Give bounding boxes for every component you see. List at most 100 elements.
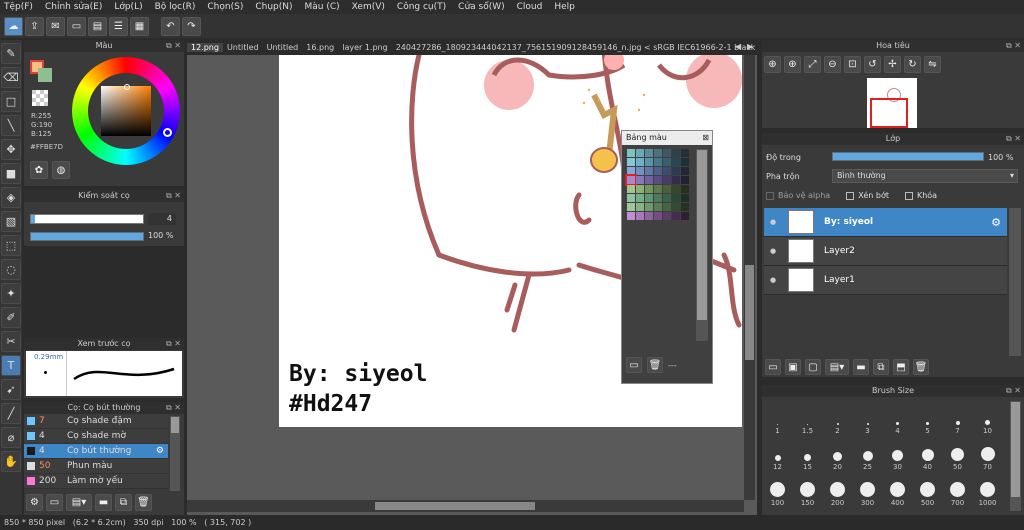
color-swatch[interactable] <box>672 212 680 220</box>
visibility-icon[interactable]: ● <box>764 276 782 284</box>
layer-menu-icon[interactable]: ▤▾ <box>825 359 849 375</box>
brush-size-option[interactable]: 700 <box>944 482 971 507</box>
brush-size-option[interactable]: 12 <box>764 455 791 471</box>
panel-controls-icon[interactable]: ⧉ ✕ <box>1006 40 1021 52</box>
brush-size-value[interactable]: 4 <box>148 213 176 225</box>
color-swatch[interactable] <box>627 158 635 166</box>
panel-controls-icon[interactable]: ⧉ ✕ <box>166 402 181 414</box>
layer-row[interactable]: ● Layer2 <box>764 237 1007 266</box>
color-swatch[interactable] <box>681 194 689 202</box>
select-rect-tool-icon[interactable]: ⬚ <box>1 235 21 256</box>
hue-marker[interactable] <box>163 128 172 137</box>
menu-item[interactable]: Màu (C) <box>305 2 340 12</box>
color-swatch[interactable] <box>654 212 662 220</box>
background-swatch[interactable] <box>38 68 52 82</box>
protect-alpha-checkbox[interactable]: Bảo vệ alpha <box>766 191 830 200</box>
color-swatch[interactable] <box>663 167 671 175</box>
color-swatch[interactable] <box>645 212 653 220</box>
color-swatch[interactable] <box>645 176 653 184</box>
color-swatch[interactable] <box>645 149 653 157</box>
menu-item[interactable]: Help <box>554 2 575 12</box>
color-swatch[interactable] <box>627 212 635 220</box>
move-tool-icon[interactable]: ✥ <box>1 139 21 160</box>
brush-size-option[interactable]: 70 <box>974 447 1001 471</box>
zoom-out-icon[interactable]: ⊖ <box>824 56 841 73</box>
new-layer-1bit-icon[interactable]: ▢ <box>805 359 821 375</box>
list-icon[interactable]: ☰ <box>109 16 128 36</box>
operation-tool-icon[interactable]: ➹ <box>1 379 21 400</box>
document-tab[interactable]: 240427286_180923444042137_75615190912845… <box>392 43 757 52</box>
brush-list-scrollbar[interactable] <box>170 416 180 491</box>
fill-rect-tool-icon[interactable]: ■ <box>1 163 21 184</box>
color-swatch[interactable] <box>636 176 644 184</box>
color-swatch[interactable] <box>645 194 653 202</box>
brush-size-option[interactable]: 10 <box>974 420 1001 435</box>
color-swatch[interactable] <box>681 176 689 184</box>
layer-scrollbar[interactable] <box>1009 208 1021 356</box>
gear-icon[interactable]: ⚙ <box>156 446 164 456</box>
menu-item[interactable]: Cửa sổ(W) <box>458 2 504 12</box>
layer-delete-icon[interactable]: 🗑 <box>913 359 929 375</box>
color-swatch[interactable] <box>636 212 644 220</box>
brush-size-option[interactable]: 4 <box>884 422 911 435</box>
color-picker-marker[interactable] <box>124 84 130 90</box>
color-swatch[interactable] <box>654 176 662 184</box>
brush-size-scrollbar[interactable] <box>1010 401 1021 511</box>
navigator-thumbnail[interactable] <box>867 78 917 128</box>
color-swatch[interactable] <box>654 203 662 211</box>
brush-size-option[interactable]: 25 <box>854 451 881 471</box>
brush-size-option[interactable]: 200 <box>824 482 851 507</box>
document-tab[interactable]: 12.png <box>187 43 223 52</box>
color-swatch[interactable] <box>654 149 662 157</box>
color-set-icon[interactable]: ◍ <box>52 161 70 179</box>
new-layer-8bit-icon[interactable]: ▣ <box>785 359 801 375</box>
select-pen-tool-icon[interactable]: ✐ <box>1 307 21 328</box>
brush-size-option[interactable]: 30 <box>884 450 911 471</box>
panel-controls-icon[interactable]: ⧉ ✕ <box>166 190 181 202</box>
tabs-scroll-right-icon[interactable]: ▶ <box>747 42 753 51</box>
color-swatch[interactable] <box>645 203 653 211</box>
brush-delete-icon[interactable]: 🗑 <box>135 494 152 511</box>
saturation-value-square[interactable] <box>101 86 151 136</box>
panel-controls-icon[interactable]: ⧉ ✕ <box>1006 385 1021 397</box>
fit-icon[interactable]: ⤢ <box>804 56 821 73</box>
brush-list-item[interactable]: 4 Cọ shade mờ <box>24 429 168 444</box>
vertical-scrollbar[interactable] <box>744 55 755 500</box>
redo-icon[interactable]: ↷ <box>182 16 201 36</box>
select-eraser-tool-icon[interactable]: ✂ <box>1 331 21 352</box>
color-swatch[interactable] <box>663 158 671 166</box>
color-swatch[interactable] <box>663 185 671 193</box>
flip-icon[interactable]: ⇋ <box>924 56 941 73</box>
color-swatch[interactable] <box>663 149 671 157</box>
menu-item[interactable]: Chụp(N) <box>255 2 292 12</box>
tabs-scroll-left-icon[interactable]: ◀ <box>735 42 741 51</box>
color-swatch[interactable] <box>663 176 671 184</box>
color-swatch[interactable] <box>672 203 680 211</box>
rotate-right-icon[interactable]: ↻ <box>904 56 921 73</box>
color-swatch[interactable] <box>654 194 662 202</box>
actual-size-icon[interactable]: ⊡ <box>844 56 861 73</box>
color-swatch[interactable] <box>663 194 671 202</box>
color-swatch[interactable] <box>636 185 644 193</box>
new-brush-icon[interactable]: ▭ <box>46 494 63 511</box>
color-swatch[interactable] <box>681 203 689 211</box>
cloud-icon[interactable]: ☁ <box>4 16 23 36</box>
layer-opacity-slider[interactable] <box>832 152 984 161</box>
color-swatch[interactable] <box>654 158 662 166</box>
color-swatch[interactable] <box>627 194 635 202</box>
menu-item[interactable]: Cloud <box>517 2 543 12</box>
color-swatch[interactable] <box>636 149 644 157</box>
palette-new-icon[interactable]: ▭ <box>626 357 642 373</box>
brush-size-option[interactable]: 20 <box>824 452 851 471</box>
grid-icon[interactable]: ▦ <box>130 16 149 36</box>
color-swatch[interactable] <box>663 212 671 220</box>
file-icon[interactable]: ▭ <box>67 16 86 36</box>
export-icon[interactable]: ⇪ <box>25 16 44 36</box>
brush-size-option[interactable]: 300 <box>854 482 881 507</box>
gear-icon[interactable]: ⚙ <box>991 216 1001 229</box>
brush-list-item[interactable]: 4 Cọ bút thường ⚙ <box>24 444 168 459</box>
brush-size-option[interactable]: 1000 <box>974 482 1001 507</box>
panel-controls-icon[interactable]: ⧉ ✕ <box>1006 133 1021 145</box>
text-tool-icon[interactable]: T <box>1 355 21 376</box>
layer-row[interactable]: ● Layer1 <box>764 266 1007 295</box>
